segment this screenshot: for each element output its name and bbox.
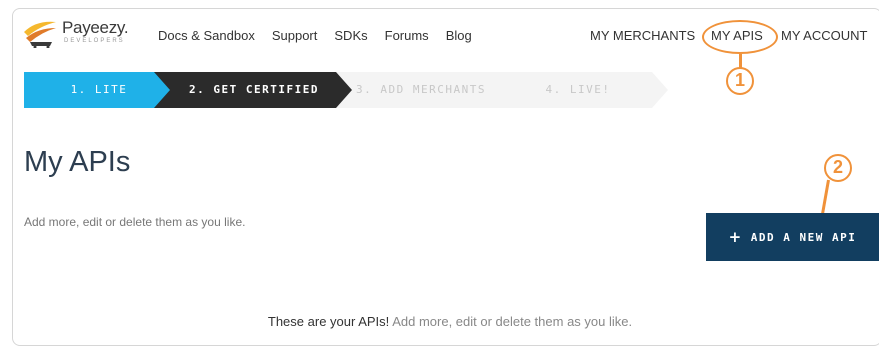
nav-support[interactable]: Support (272, 28, 318, 43)
empty-message-soft: Add more, edit or delete them as you lik… (392, 314, 633, 329)
annotation-line-1 (739, 54, 742, 68)
payeezy-logo-icon (24, 21, 56, 48)
plus-icon: + (728, 228, 743, 246)
brand-name: Payeezy. (62, 18, 129, 37)
step-add-merchants[interactable]: 3. ADD MERCHANTS (336, 72, 506, 108)
step-get-certified[interactable]: 2. GET CERTIFIED (154, 72, 354, 108)
nav-my-account[interactable]: MY ACCOUNT (781, 28, 867, 43)
step-lite[interactable]: 1. LITE (24, 72, 174, 108)
page-title: My APIs (24, 146, 131, 178)
add-new-api-button[interactable]: + ADD A NEW API (706, 213, 879, 261)
annotation-badge-2: 2 (824, 154, 852, 182)
add-new-api-label: ADD A NEW API (750, 230, 857, 244)
annotation-badge-1: 1 (726, 67, 754, 95)
page-subtitle: Add more, edit or delete them as you lik… (24, 215, 246, 229)
payeezy-logo[interactable]: Payeezy. DEVELOPERS (22, 16, 132, 52)
nav-docs-sandbox[interactable]: Docs & Sandbox (158, 28, 255, 43)
nav-blog[interactable]: Blog (446, 28, 472, 43)
annotation-ring-my-apis (702, 20, 778, 54)
nav-my-merchants[interactable]: MY MERCHANTS (590, 28, 695, 43)
page-frame (12, 8, 879, 346)
nav-forums[interactable]: Forums (385, 28, 429, 43)
primary-nav: Docs & Sandbox Support SDKs Forums Blog (158, 28, 472, 43)
api-list-empty-message: These are your APIs! Add more, edit or d… (0, 314, 879, 329)
nav-sdks[interactable]: SDKs (334, 28, 367, 43)
empty-message-strong: These are your APIs! (267, 314, 390, 329)
progress-steps: 1. LITE 2. GET CERTIFIED 3. ADD MERCHANT… (24, 72, 684, 108)
brand-tagline: DEVELOPERS (64, 38, 125, 44)
step-live[interactable]: 4. LIVE! (488, 72, 668, 108)
